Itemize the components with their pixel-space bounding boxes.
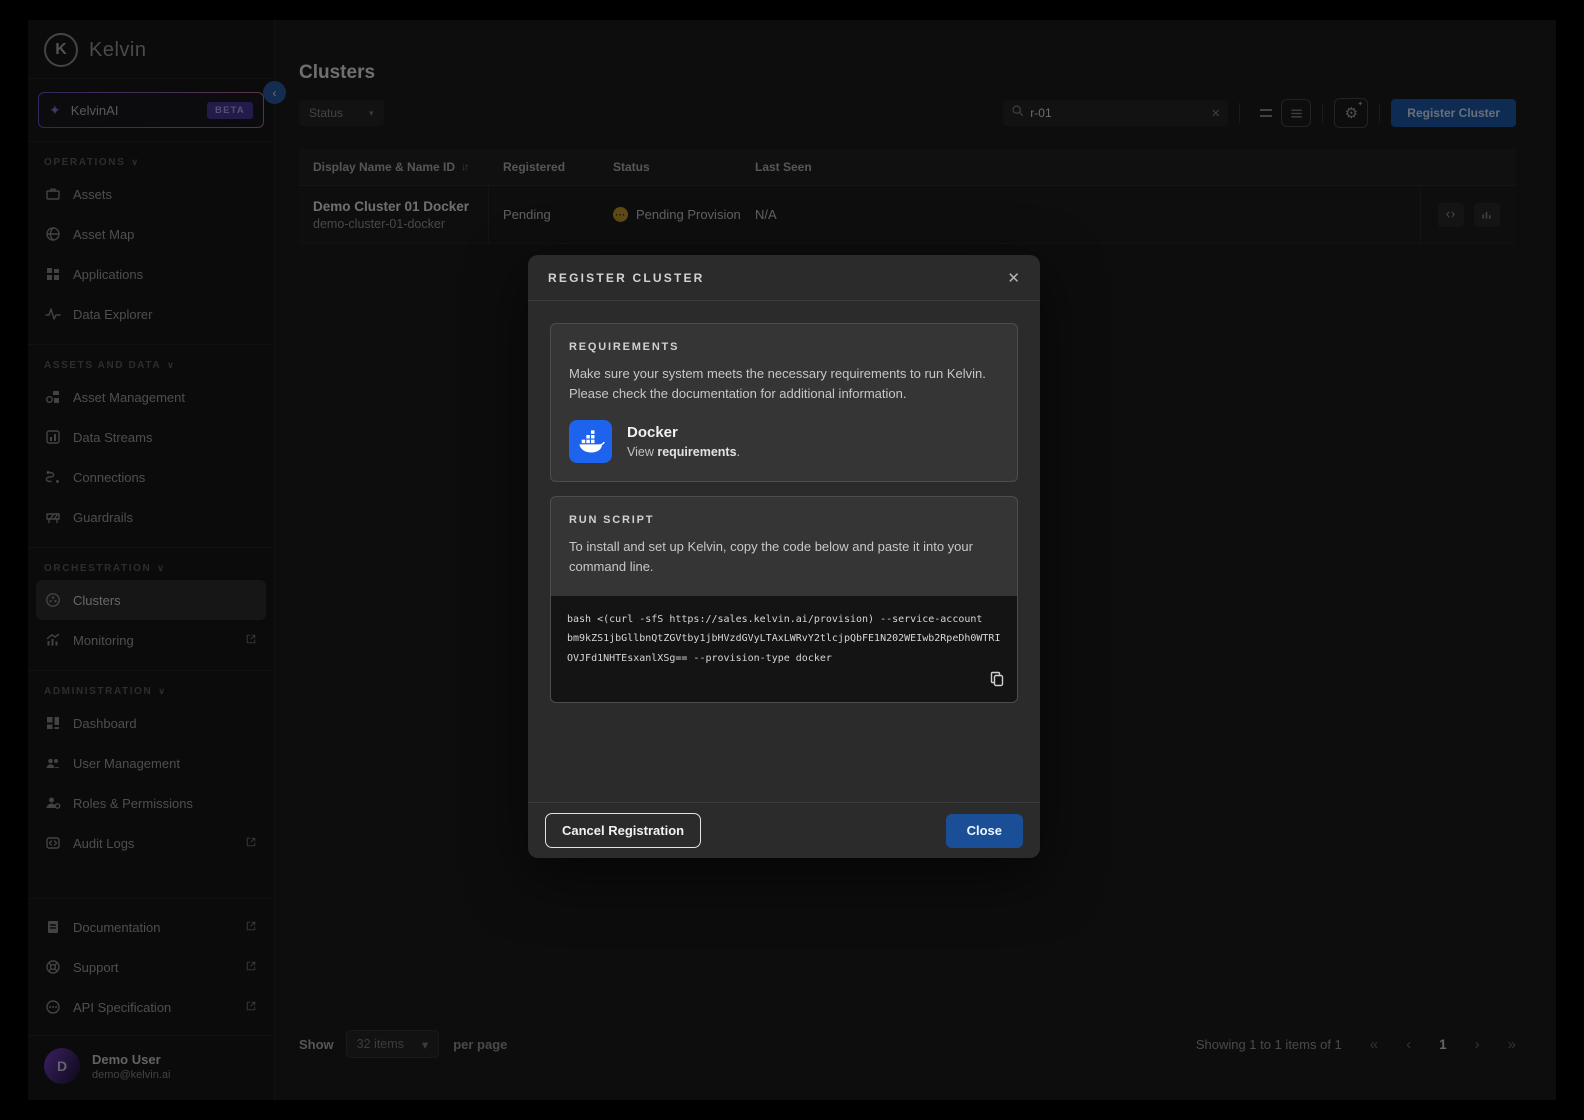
modal-body: REQUIREMENTS Make sure your system meets…	[528, 301, 1040, 802]
requirements-text: Make sure your system meets the necessar…	[569, 366, 986, 402]
requirements-card: REQUIREMENTS Make sure your system meets…	[550, 323, 1018, 483]
modal-header: REGISTER CLUSTER ✕	[528, 255, 1040, 301]
modal-title: REGISTER CLUSTER	[548, 270, 705, 285]
run-script-text: To install and set up Kelvin, copy the c…	[569, 539, 973, 575]
copy-icon[interactable]	[989, 671, 1005, 692]
run-script-heading: RUN SCRIPT	[569, 514, 655, 527]
register-cluster-modal: REGISTER CLUSTER ✕ REQUIREMENTS Make sur…	[528, 255, 1040, 858]
link-prefix: View	[627, 445, 658, 460]
docker-icon	[569, 420, 612, 464]
link-bold: requirements	[657, 445, 737, 460]
link-suffix: .	[736, 445, 741, 460]
close-icon[interactable]: ✕	[1007, 269, 1020, 287]
script-code-block: bash <(curl -sfS https://sales.kelvin.ai…	[551, 595, 1017, 703]
run-script-card: RUN SCRIPT To install and set up Kelvin,…	[550, 496, 1018, 704]
cancel-registration-button[interactable]: Cancel Registration	[545, 813, 702, 848]
modal-footer: Cancel Registration Close	[528, 802, 1040, 858]
close-button[interactable]: Close	[945, 813, 1023, 848]
docker-info: Docker View requirements.	[627, 424, 740, 459]
view-requirements-link[interactable]: View requirements.	[627, 445, 740, 459]
docker-row: Docker View requirements.	[569, 420, 999, 464]
docker-name: Docker	[627, 424, 678, 442]
provision-command: bash <(curl -sfS https://sales.kelvin.ai…	[567, 613, 1001, 664]
requirements-heading: REQUIREMENTS	[569, 341, 680, 353]
